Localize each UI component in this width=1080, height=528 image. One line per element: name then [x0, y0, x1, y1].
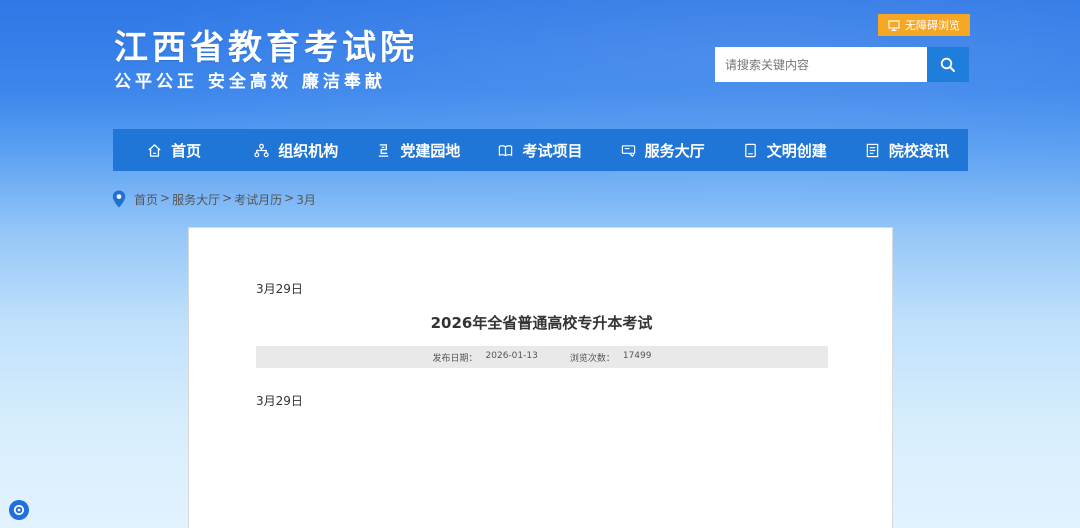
service-hall-icon	[621, 144, 635, 157]
nav-item-label: 服务大厅	[644, 141, 705, 160]
view-count: 17499	[622, 350, 652, 361]
nav-item-home[interactable]: 首页	[113, 129, 235, 171]
search-button[interactable]	[927, 47, 969, 82]
site-title[interactable]: 江西省教育考试院	[114, 20, 418, 69]
breadcrumb-separator: >	[222, 190, 233, 205]
article-body: 3月29日	[256, 394, 303, 408]
accessibility-button[interactable]: 无障碍浏览	[878, 14, 970, 36]
nav-item-civilization[interactable]: 文明创建	[724, 129, 846, 171]
book-icon	[499, 144, 513, 156]
nav-item-label: 文明创建	[766, 141, 827, 160]
article-card: 3月29日 2026年全省普通高校专升本考试 发布日期： 2026-01-13 …	[188, 227, 893, 528]
breadcrumb-march[interactable]: 3月	[296, 191, 316, 208]
news-icon	[866, 143, 879, 157]
nav-item-label: 组织机构	[278, 141, 339, 160]
party-building-icon	[379, 143, 389, 157]
nav-item-label: 院校资讯	[888, 141, 949, 160]
monitor-icon	[888, 19, 900, 31]
civilization-icon	[744, 143, 756, 157]
nav-item-party-building[interactable]: 党建园地	[357, 129, 479, 171]
nav-item-label: 首页	[171, 141, 202, 160]
breadcrumb-separator: >	[160, 190, 171, 205]
breadcrumb-home[interactable]: 首页	[134, 191, 158, 208]
breadcrumb-service-hall[interactable]: 服务大厅	[172, 191, 220, 208]
nav-item-label: 党建园地	[400, 141, 461, 160]
search-icon	[940, 57, 955, 72]
article-meta-bar: 发布日期： 2026-01-13 浏览次数： 17499	[256, 346, 828, 368]
publish-date: 2026-01-13	[485, 350, 538, 361]
home-icon	[148, 143, 161, 157]
nav-item-news[interactable]: 院校资讯	[846, 129, 968, 171]
floating-assistant-button[interactable]	[9, 500, 29, 520]
nav-item-service-hall[interactable]: 服务大厅	[602, 129, 724, 171]
publish-date-label: 发布日期：	[432, 353, 478, 364]
breadcrumb: 首页 > 服务大厅 > 考试月历 > 3月	[112, 190, 316, 208]
article-title: 2026年全省普通高校专升本考试	[430, 314, 653, 332]
breadcrumb-separator: >	[284, 190, 295, 205]
accessibility-label: 无障碍浏览	[905, 19, 960, 32]
nav-item-exam-projects[interactable]: 考试项目	[479, 129, 601, 171]
view-count-label: 浏览次数：	[569, 353, 615, 364]
nav-item-organization[interactable]: 组织机构	[235, 129, 357, 171]
article-pre-date: 3月29日	[256, 282, 303, 296]
main-nav: 首页 组织机构 党建园地 考试项目 服务大厅 文明创建 院校资讯	[113, 129, 968, 171]
site-slogan: 公平公正 安全高效 廉洁奉献	[114, 72, 386, 92]
nav-item-label: 考试项目	[522, 141, 583, 160]
location-pin-icon	[112, 190, 126, 208]
chat-bubble-icon	[13, 504, 25, 516]
breadcrumb-exam-calendar[interactable]: 考试月历	[234, 191, 282, 208]
org-chart-icon	[254, 143, 269, 157]
search-input[interactable]	[715, 47, 927, 82]
